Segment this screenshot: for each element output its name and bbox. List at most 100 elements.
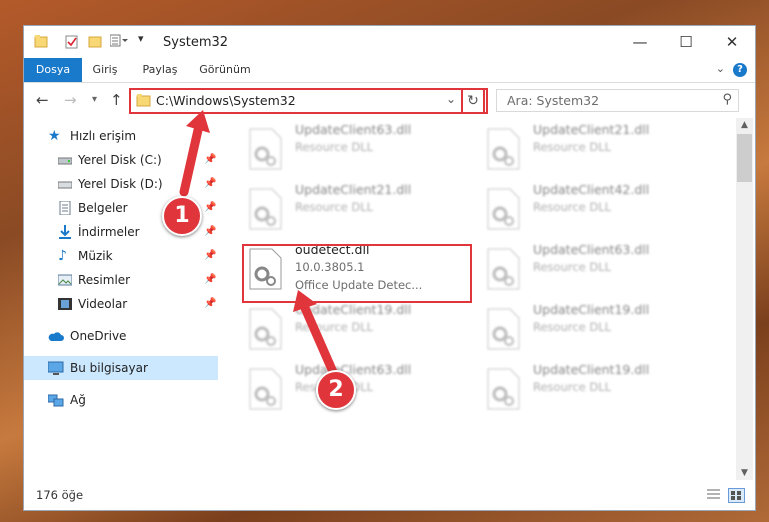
search-input[interactable]: Ara: System32 ⚲ bbox=[496, 89, 739, 112]
file-item[interactable]: UpdateClient63.dll Resource DLL bbox=[242, 120, 472, 172]
file-name: UpdateClient19.dll bbox=[533, 302, 650, 317]
large-icons-view-icon[interactable] bbox=[728, 488, 745, 503]
address-bar[interactable]: C:\Windows\System32 ⌄ bbox=[129, 88, 488, 114]
refresh-button[interactable]: ↻ bbox=[461, 88, 485, 114]
navigation-bar: ← → ▾ ↑ C:\Windows\System32 ⌄ ↻ Ara: Sys… bbox=[24, 83, 755, 117]
explorer-window: ▾ System32 — ☐ ✕ Dosya Giriş Paylaş Görü… bbox=[24, 26, 755, 510]
dll-file-icon bbox=[487, 128, 520, 170]
forward-arrow-icon[interactable]: → bbox=[64, 91, 77, 109]
file-description: Resource DLL bbox=[533, 320, 612, 334]
up-arrow-icon[interactable]: ↑ bbox=[110, 91, 123, 109]
annotation-badge-2: 2 bbox=[316, 370, 356, 410]
dll-file-icon bbox=[249, 368, 282, 410]
file-description: Resource DLL bbox=[533, 140, 612, 154]
maximize-button[interactable]: ☐ bbox=[663, 26, 709, 58]
scroll-up-icon[interactable]: ▲ bbox=[736, 120, 753, 130]
status-bar: 176 öğe bbox=[24, 482, 755, 510]
music-icon: ♪ bbox=[58, 248, 67, 264]
sidebar-item-this-pc[interactable]: Bu bilgisayar bbox=[24, 356, 218, 380]
sidebar-item-network[interactable]: Ağ bbox=[24, 388, 218, 412]
file-name: UpdateClient19.dll bbox=[533, 362, 650, 377]
address-path: C:\Windows\System32 bbox=[156, 93, 296, 108]
window-title: System32 bbox=[163, 35, 229, 50]
sidebar-item-label: Belgeler bbox=[78, 201, 128, 215]
dll-file-icon bbox=[487, 188, 520, 230]
file-item[interactable]: UpdateClient42.dll Resource DLL bbox=[480, 180, 710, 232]
download-icon bbox=[59, 225, 71, 239]
help-button[interactable]: ? bbox=[733, 63, 747, 77]
file-description: Resource DLL bbox=[533, 200, 612, 214]
expand-ribbon-icon[interactable]: ⌄ bbox=[716, 62, 725, 75]
file-description: Resource DLL bbox=[533, 380, 612, 394]
sidebar-item-label: Videolar bbox=[78, 297, 128, 311]
star-icon: ★ bbox=[48, 128, 61, 144]
back-arrow-icon[interactable]: ← bbox=[36, 91, 49, 109]
file-item[interactable]: UpdateClient63.dll Resource DLL bbox=[242, 360, 472, 412]
folder-icon bbox=[136, 94, 151, 107]
tab-dosya[interactable]: Dosya bbox=[24, 58, 82, 82]
file-name: UpdateClient21.dll bbox=[533, 122, 650, 137]
file-item[interactable]: UpdateClient21.dll Resource DLL bbox=[480, 120, 710, 172]
tab-giris[interactable]: Giriş bbox=[86, 58, 124, 82]
computer-icon bbox=[48, 361, 64, 375]
sidebar-item-videos[interactable]: Videolar 📌 bbox=[24, 292, 218, 316]
sidebar-item-label: OneDrive bbox=[70, 329, 127, 343]
file-highlight-box bbox=[242, 244, 472, 303]
documents-icon bbox=[59, 201, 71, 215]
vertical-scrollbar[interactable]: ▲ ▼ bbox=[736, 118, 753, 480]
file-item[interactable]: UpdateClient21.dll Resource DLL bbox=[242, 180, 472, 232]
pin-icon: 📌 bbox=[204, 226, 217, 237]
sidebar-item-label: Resimler bbox=[78, 273, 131, 287]
drive-icon bbox=[58, 157, 72, 165]
details-view-icon[interactable] bbox=[706, 488, 721, 501]
search-placeholder: Ara: System32 bbox=[507, 93, 600, 108]
tab-paylas[interactable]: Paylaş bbox=[138, 58, 182, 82]
view-menu-icon[interactable] bbox=[110, 34, 128, 48]
pin-icon: 📌 bbox=[204, 298, 217, 309]
file-name: UpdateClient63.dll bbox=[533, 242, 650, 257]
close-button[interactable]: ✕ bbox=[709, 26, 755, 58]
sidebar-item-pictures[interactable]: Resimler 📌 bbox=[24, 268, 218, 292]
scroll-down-icon[interactable]: ▼ bbox=[736, 468, 753, 478]
dll-file-icon bbox=[249, 188, 282, 230]
pin-icon: 📌 bbox=[204, 202, 217, 213]
videos-icon bbox=[58, 298, 72, 310]
pin-icon: 📌 bbox=[204, 274, 217, 285]
minimize-button[interactable]: — bbox=[617, 26, 663, 58]
address-dropdown-icon[interactable]: ⌄ bbox=[446, 92, 456, 106]
network-icon bbox=[48, 394, 64, 407]
dll-file-icon bbox=[487, 368, 520, 410]
file-item[interactable]: UpdateClient63.dll Resource DLL bbox=[480, 240, 710, 292]
new-folder-icon[interactable] bbox=[88, 34, 102, 48]
file-item[interactable]: UpdateClient19.dll Resource DLL bbox=[480, 360, 710, 412]
dll-file-icon bbox=[487, 248, 520, 290]
refresh-icon: ↻ bbox=[467, 93, 479, 109]
pin-icon: 📌 bbox=[204, 250, 217, 261]
recent-locations-icon[interactable]: ▾ bbox=[92, 94, 97, 105]
customize-toolbar-arrow[interactable]: ▾ bbox=[138, 32, 144, 45]
file-description: Resource DLL bbox=[295, 140, 374, 154]
sidebar-item-label: Yerel Disk (C:) bbox=[78, 153, 162, 167]
navigation-pane: ★ Hızlı erişim Yerel Disk (C:) 📌 Yerel D… bbox=[24, 118, 218, 480]
search-icon: ⚲ bbox=[722, 92, 732, 107]
file-name: UpdateClient19.dll bbox=[295, 302, 412, 317]
file-item[interactable]: UpdateClient19.dll Resource DLL bbox=[242, 300, 472, 352]
cloud-icon bbox=[48, 332, 64, 341]
folder-icon bbox=[34, 35, 48, 48]
file-item[interactable]: UpdateClient19.dll Resource DLL bbox=[480, 300, 710, 352]
sidebar-item-label: Ağ bbox=[70, 393, 86, 407]
ribbon-tabs: Dosya Giriş Paylaş Görünüm ⌄ ? bbox=[24, 58, 755, 83]
sidebar-item-music[interactable]: ♪ Müzik 📌 bbox=[24, 244, 218, 268]
sidebar-item-onedrive[interactable]: OneDrive bbox=[24, 324, 218, 348]
dll-file-icon bbox=[249, 308, 282, 350]
sidebar-item-drive-c[interactable]: Yerel Disk (C:) 📌 bbox=[24, 148, 218, 172]
scrollbar-thumb[interactable] bbox=[737, 134, 752, 182]
annotation-badge-1: 1 bbox=[162, 196, 202, 236]
title-bar: ▾ System32 — ☐ ✕ bbox=[24, 26, 755, 58]
pin-icon: 📌 bbox=[204, 178, 217, 189]
dll-file-icon bbox=[487, 308, 520, 350]
tab-gorunum[interactable]: Görünüm bbox=[196, 58, 254, 82]
properties-icon[interactable] bbox=[64, 34, 80, 50]
sidebar-item-drive-d[interactable]: Yerel Disk (D:) 📌 bbox=[24, 172, 218, 196]
sidebar-item-quick-access[interactable]: ★ Hızlı erişim bbox=[24, 124, 218, 148]
